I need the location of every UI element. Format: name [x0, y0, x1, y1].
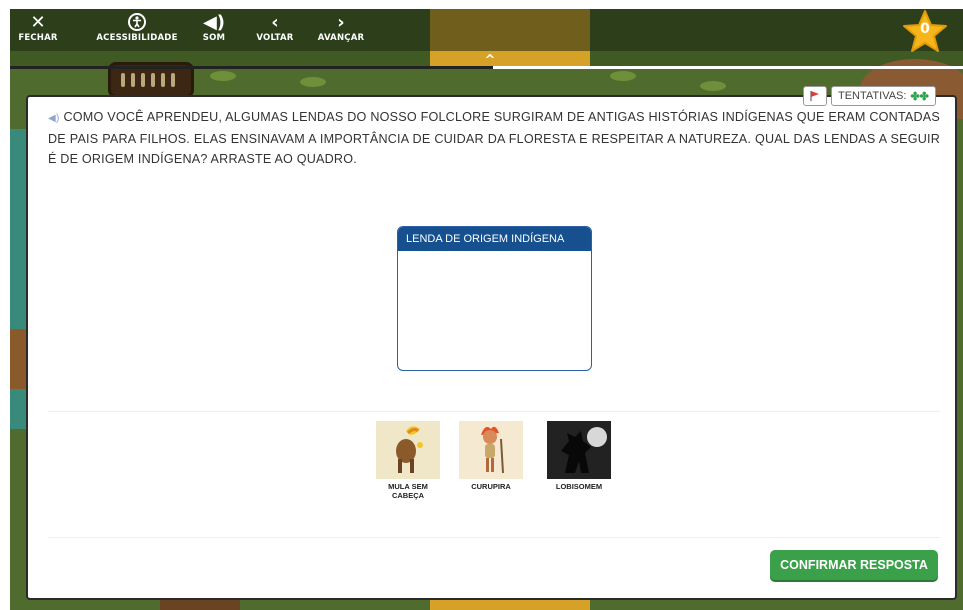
report-button[interactable]: [803, 86, 827, 106]
forward-button[interactable]: › AVANÇAR: [312, 12, 370, 44]
speaker-icon: ◀): [202, 12, 226, 33]
score-star: 0: [901, 9, 949, 55]
flag-icon: [810, 91, 819, 101]
question-card: ◀) COMO VOCÊ APRENDEU, ALGUMAS LENDAS DO …: [26, 95, 957, 600]
accessibility-icon: [92, 13, 182, 33]
chevron-left-icon: ‹: [271, 12, 279, 33]
question-text: ◀) COMO VOCÊ APRENDEU, ALGUMAS LENDAS DO …: [48, 110, 941, 166]
drop-zone[interactable]: LENDA DE ORIGEM INDÍGENA: [397, 226, 592, 371]
divider: [48, 537, 940, 538]
mula-sem-cabeca-image: [376, 421, 440, 479]
attempts-label: TENTATIVAS:: [838, 90, 907, 102]
attempts-indicator: TENTATIVAS: ✤✤: [803, 86, 936, 106]
lobisomem-image: [547, 421, 611, 479]
divider: [48, 411, 940, 412]
collapse-toolbar-button[interactable]: ^: [480, 54, 500, 68]
option-lobisomem[interactable]: LOBISOMEM: [539, 421, 619, 491]
close-button[interactable]: ✕ FECHAR: [18, 12, 58, 44]
back-button[interactable]: ‹ VOLTAR: [250, 12, 300, 44]
close-icon: ✕: [30, 12, 46, 33]
accessibility-button[interactable]: ACESSIBILIDADE: [92, 13, 182, 43]
confirm-answer-button[interactable]: CONFIRMAR RESPOSTA: [770, 550, 938, 580]
drop-zone-title: LENDA DE ORIGEM INDÍGENA: [398, 227, 591, 251]
option-caption: LOBISOMEM: [555, 482, 603, 491]
curupira-image: [459, 421, 523, 479]
option-curupira[interactable]: CURUPIRA: [451, 421, 531, 491]
score-value: 0: [920, 21, 930, 37]
option-caption: MULA SEM CABEÇA: [388, 482, 428, 500]
option-caption: CURUPIRA: [471, 482, 511, 491]
clover-icon: ✤✤: [910, 90, 929, 103]
option-mula-sem-cabeca[interactable]: MULA SEM CABEÇA: [368, 421, 448, 500]
speaker-icon[interactable]: ◀): [48, 113, 60, 124]
attempts-box: TENTATIVAS: ✤✤: [831, 86, 936, 106]
chevron-right-icon: ›: [337, 12, 345, 33]
sound-button[interactable]: ◀) SOM: [196, 12, 232, 44]
